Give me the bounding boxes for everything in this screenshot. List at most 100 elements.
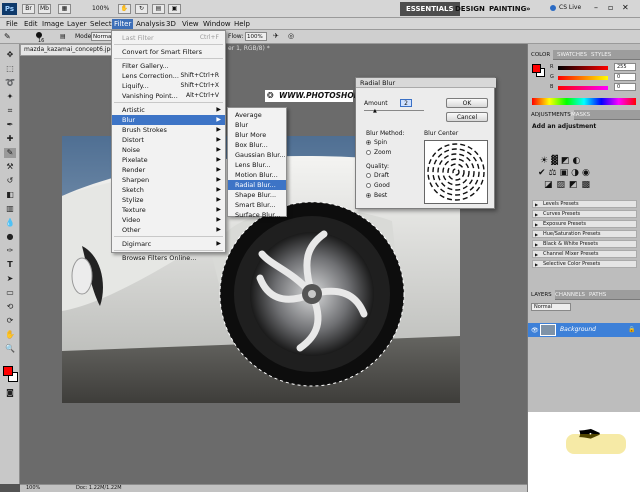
status-zoom[interactable]: 100% [26,485,40,492]
filter-menu-item[interactable]: Texture ▶ [112,205,225,215]
blur-menu-item[interactable]: Shape Blur... [228,190,286,200]
blue-slider[interactable] [558,86,608,90]
minibridge-icon[interactable]: Mb [38,4,51,14]
tablet-pressure-icon[interactable]: ◎ [288,32,294,40]
blur-menu-item[interactable]: Blur [228,120,286,130]
adjustment-icons-row3[interactable]: ◪▨◩▩ [544,180,594,190]
blur-menu-item[interactable]: Box Blur... [228,140,286,150]
preset-curves[interactable]: Curves Presets [532,210,637,218]
blur-menu-item[interactable]: Radial Blur... [228,180,286,190]
brush-panel-icon[interactable]: ▤ [60,33,66,40]
dodge-tool-icon[interactable]: ● [4,232,16,242]
bridge-icon[interactable]: Br [22,4,35,14]
tab-swatches[interactable]: SWATCHES [554,50,590,60]
quick-selection-tool-icon[interactable]: ✦ [4,92,16,102]
minimize-button[interactable]: – [594,3,598,12]
preset-selective-color[interactable]: Selective Color Presets [532,260,637,268]
filter-menu-item[interactable]: Liquify... Shift+Ctrl+X [112,81,225,91]
menu-filter[interactable]: Filter [112,19,134,29]
filter-menu-item[interactable]: Sharpen ▶ [112,175,225,185]
preset-channel-mixer[interactable]: Channel Mixer Presets [532,250,637,258]
menu-image[interactable]: Image [42,19,64,29]
airbrush-icon[interactable]: ✈ [273,32,279,40]
filter-menu-item[interactable]: Noise ▶ [112,145,225,155]
tab-channels[interactable]: CHANNELS [552,290,588,300]
move-tool-icon[interactable]: ✥ [4,50,16,60]
blue-value[interactable]: 0 [614,83,636,91]
eraser-tool-icon[interactable]: ◧ [4,190,16,200]
history-brush-tool-icon[interactable]: ↺ [4,176,16,186]
filter-menu-item[interactable]: Other ▶ [112,225,225,235]
tab-color[interactable]: COLOR [528,50,554,60]
tab-layers[interactable]: LAYERS [528,290,555,300]
ok-button[interactable]: OK [446,98,488,108]
blur-menu-item[interactable]: Motion Blur... [228,170,286,180]
cancel-button[interactable]: Cancel [446,112,488,122]
brush-tool-icon[interactable]: ✎ [4,32,11,41]
visibility-eye-icon[interactable]: 👁 [531,327,539,334]
blur-tool-icon[interactable]: 💧 [4,218,16,228]
flow-input[interactable]: 100% [245,32,267,41]
fg-color-preview[interactable] [532,64,541,73]
menu-select[interactable]: Select [90,19,112,29]
tab-paths[interactable]: PATHS [586,290,609,300]
filter-menu-item[interactable]: Filter Gallery... [112,61,225,71]
hand-tool-icon[interactable]: ✋ [4,330,16,340]
good-radio[interactable] [366,183,371,188]
red-value[interactable]: 255 [614,63,636,71]
menu-file[interactable]: File [6,19,18,29]
menu-3d[interactable]: 3D [166,19,176,29]
filter-menu-item[interactable]: Pixelate ▶ [112,155,225,165]
blend-mode-select[interactable]: Normal [531,303,571,311]
filter-menu-item[interactable]: Artistic ▶ [112,105,225,115]
preset-levels[interactable]: Levels Presets [532,200,637,208]
rotate-view-icon[interactable]: ↻ [135,4,148,14]
filter-menu-item[interactable]: Blur ▶ [112,115,225,125]
preset-black-white[interactable]: Black & White Presets [532,240,637,248]
tab-adjustments[interactable]: ADJUSTMENTS [528,110,574,120]
spin-radio[interactable] [366,140,371,145]
filter-menu-item[interactable]: Brush Strokes ▶ [112,125,225,135]
filter-menu-item[interactable]: Digimarc ▶ [112,239,225,249]
amount-input[interactable]: 2 [400,99,412,107]
zoom-level[interactable]: 100% [92,5,109,12]
lasso-tool-icon[interactable]: ➰ [4,78,16,88]
filter-menu-item[interactable]: Browse Filters Online... [112,253,225,263]
blur-menu-item[interactable]: Blur More [228,130,286,140]
preset-hue-saturation[interactable]: Hue/Saturation Presets [532,230,637,238]
filter-menu-item[interactable]: Render ▶ [112,165,225,175]
eyedropper-tool-icon[interactable]: ✒ [4,120,16,130]
screen-mode-icon[interactable]: ▣ [168,4,181,14]
blur-menu-item[interactable]: Smart Blur... [228,200,286,210]
filter-menu-item[interactable]: Lens Correction... Shift+Ctrl+R [112,71,225,81]
cs-live-label[interactable]: CS Live [559,4,581,11]
menu-layer[interactable]: Layer [67,19,87,29]
zoom-radio[interactable] [366,150,371,155]
green-value[interactable]: 0 [614,73,636,81]
filter-menu-item[interactable]: Sketch ▶ [112,185,225,195]
adjustment-icons-row2[interactable]: ✔⚖▣◑◉ [538,168,593,178]
close-button[interactable]: ✕ [622,3,629,12]
best-radio[interactable] [366,193,371,198]
view-extras-icon[interactable]: ▦ [58,4,71,14]
gradient-tool-icon[interactable]: ▥ [4,204,16,214]
adjustment-icons-row1[interactable]: ☀▓◩◐ [540,156,583,166]
menu-window[interactable]: Window [203,19,231,29]
blur-menu-item[interactable]: Surface Blur... [228,210,286,220]
healing-brush-tool-icon[interactable]: ✚ [4,134,16,144]
clone-stamp-tool-icon[interactable]: ⚒ [4,162,16,172]
filter-menu-item[interactable]: Convert for Smart Filters [112,47,225,57]
tab-masks[interactable]: MASKS [568,110,593,120]
tab-styles[interactable]: STYLES [588,50,614,60]
filter-menu-item[interactable]: Vanishing Point... Alt+Ctrl+V [112,91,225,101]
3d-camera-tool-icon[interactable]: ⟳ [4,316,16,326]
workspace-more[interactable]: » [520,2,537,16]
blur-menu-item[interactable]: Lens Blur... [228,160,286,170]
crop-tool-icon[interactable]: ⌗ [4,106,16,116]
blur-menu-item[interactable]: Average [228,110,286,120]
filter-menu-item[interactable]: Video ▶ [112,215,225,225]
blur-menu-item[interactable]: Gaussian Blur... [228,150,286,160]
3d-rotate-tool-icon[interactable]: ⟲ [4,302,16,312]
brush-tool-selected-icon[interactable]: ✎ [4,148,16,158]
layer-row-background[interactable]: 👁 Background 🔒 [528,323,640,337]
